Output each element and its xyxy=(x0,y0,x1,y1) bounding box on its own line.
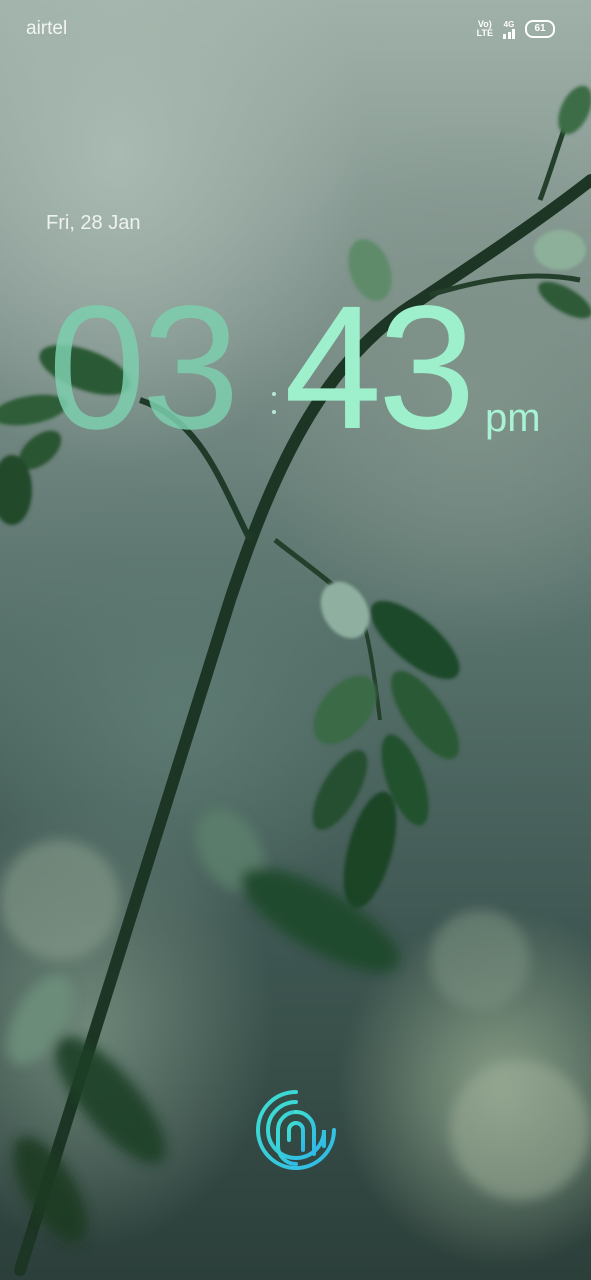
volte-icon: Vo) LTE xyxy=(477,20,493,38)
clock-hours: 03 xyxy=(48,270,240,466)
battery-icon: 61 xyxy=(525,20,555,38)
lock-date: Fri, 28 Jan xyxy=(46,212,141,234)
signal-bars-icon: 4G xyxy=(503,20,515,39)
carrier-name: airtel xyxy=(26,18,68,39)
clock-minutes: 43 xyxy=(284,270,476,466)
battery-level: 61 xyxy=(534,23,546,34)
status-bar: airtel Vo) LTE 4G 61 xyxy=(0,0,591,60)
network-type: 4G xyxy=(503,19,515,29)
lte-label: LTE xyxy=(476,28,493,38)
clock-ampm: pm xyxy=(485,396,541,440)
fingerprint-icon[interactable] xyxy=(254,1088,338,1172)
clock-separator xyxy=(272,392,278,428)
status-icons: Vo) LTE 4G 61 xyxy=(477,18,555,40)
